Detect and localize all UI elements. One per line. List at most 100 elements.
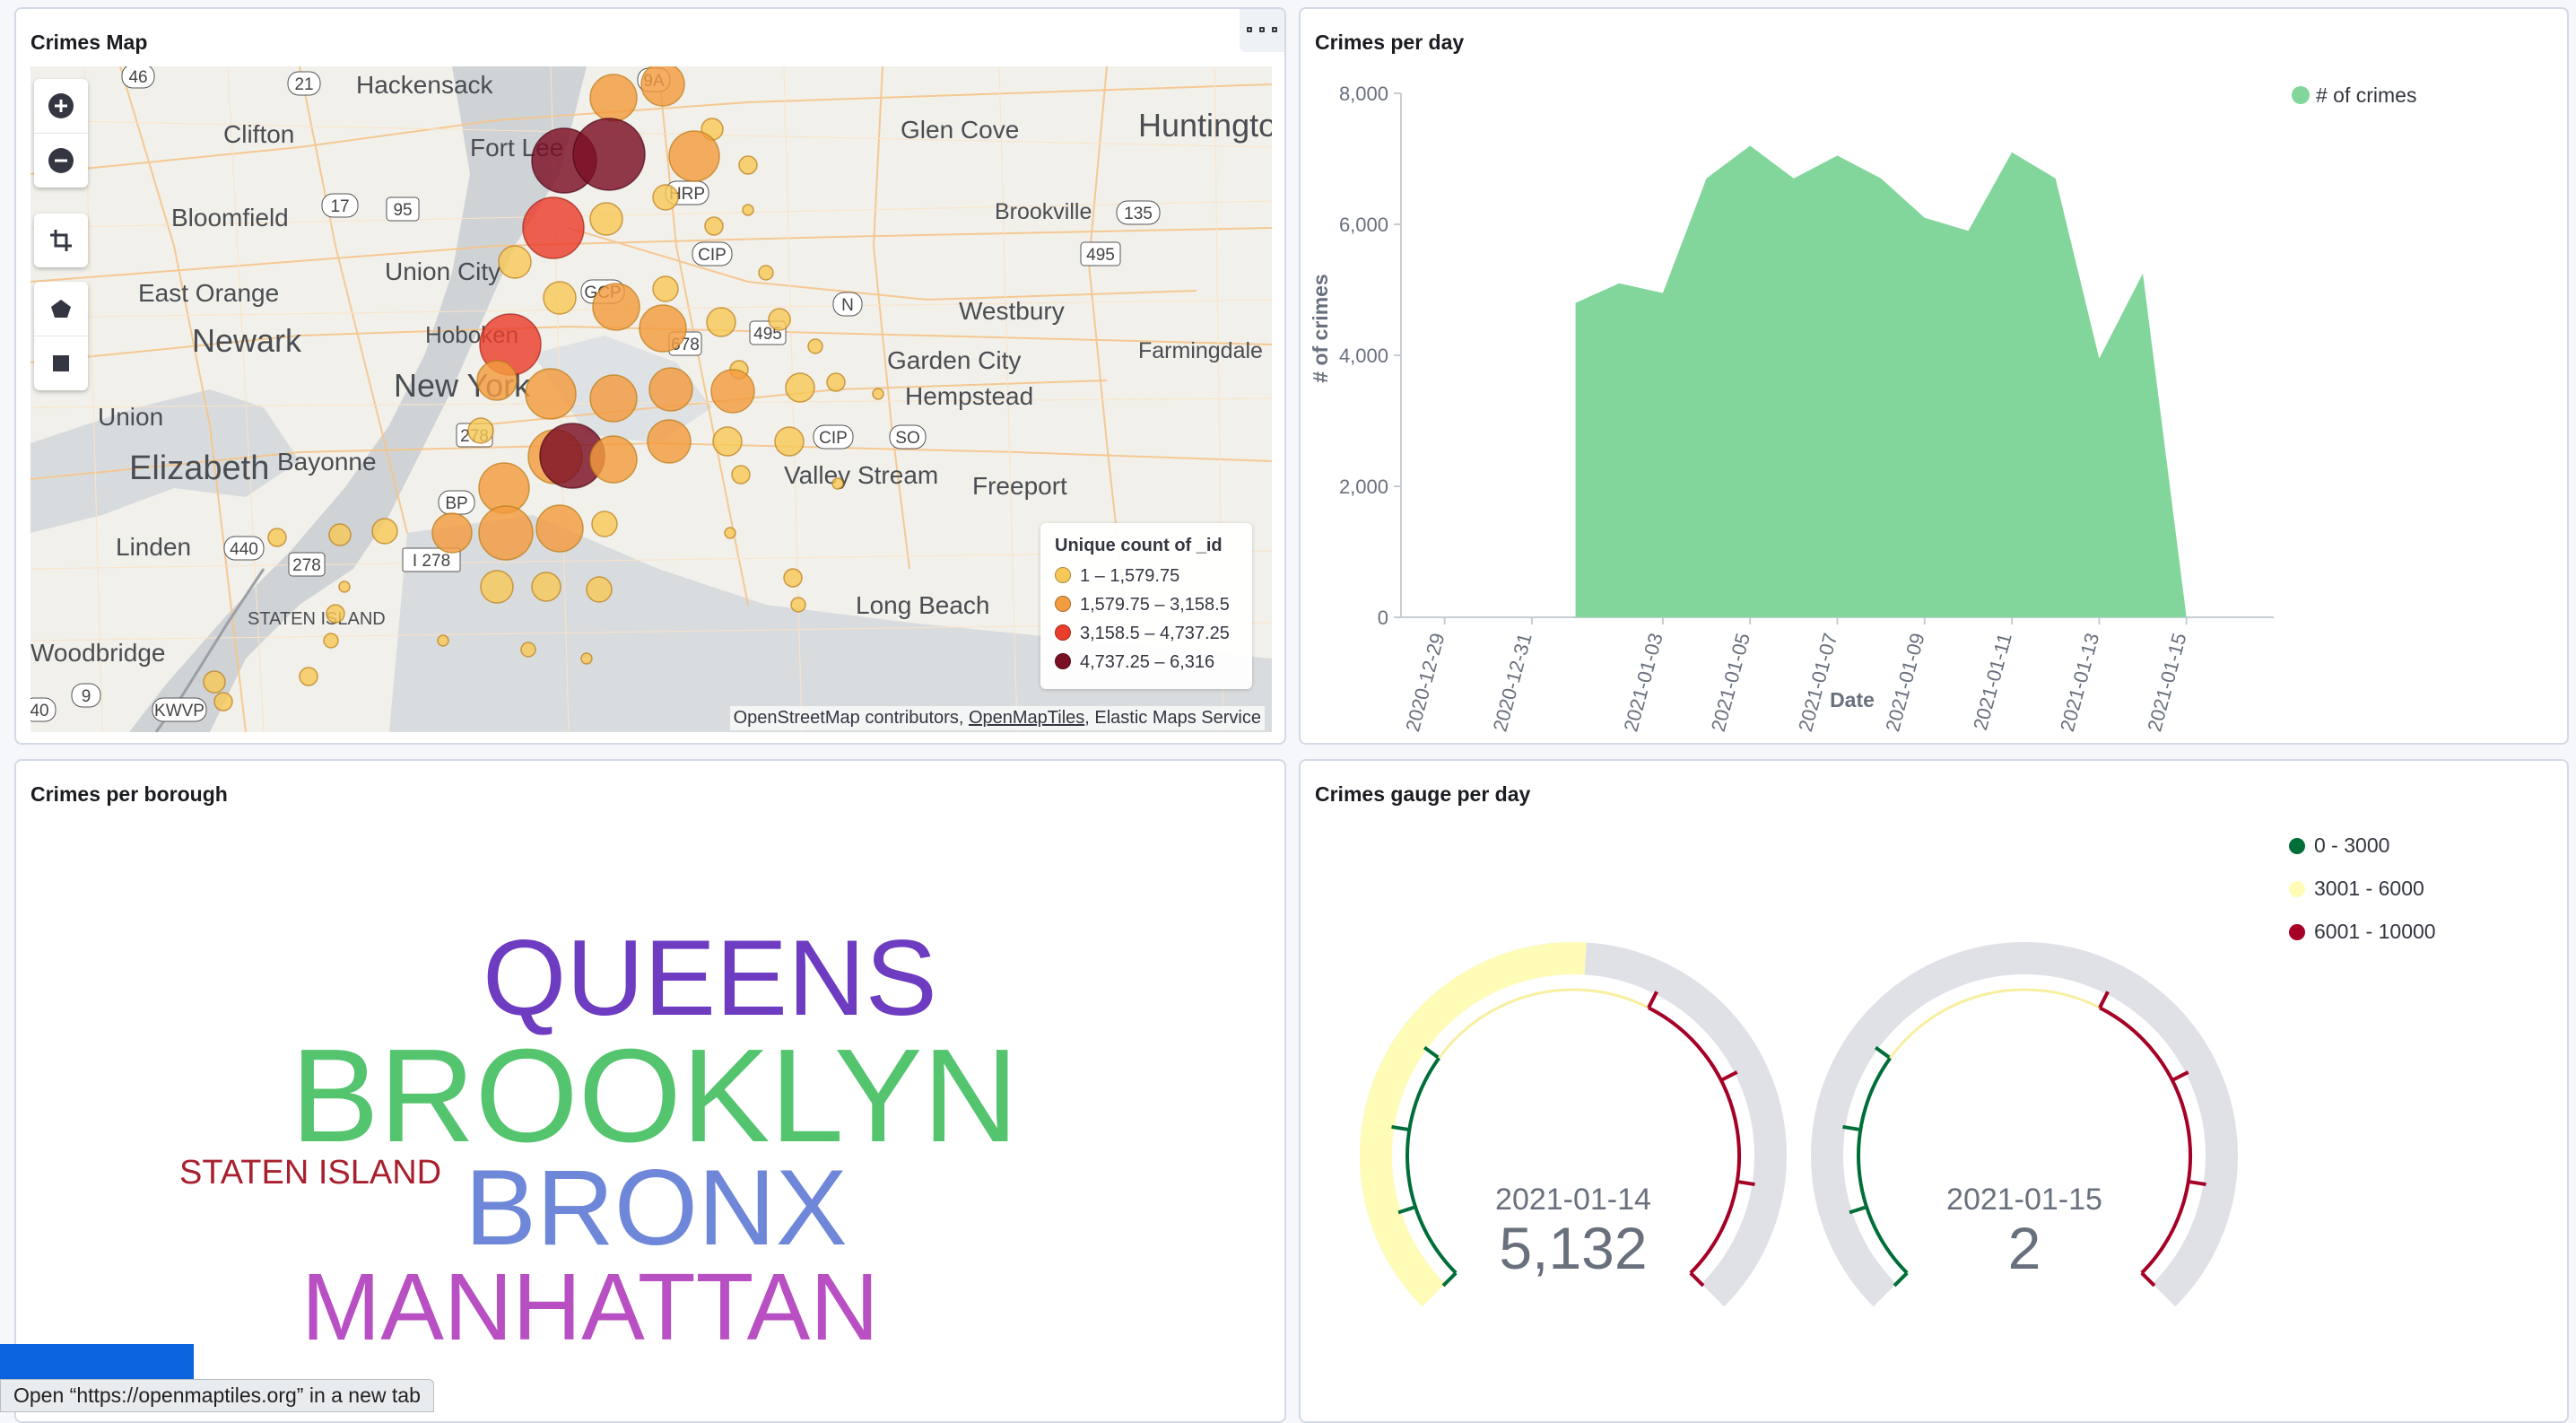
word-queens[interactable]: QUEENS [483, 924, 937, 1032]
crime-bubble[interactable] [640, 305, 686, 352]
crime-bubble[interactable] [592, 511, 617, 537]
crime-bubble[interactable] [468, 418, 493, 443]
road-shield: SO [895, 429, 919, 448]
crime-bubble[interactable] [523, 197, 584, 258]
crime-bubble[interactable] [732, 466, 750, 484]
attribution-text: , Elastic Maps Service [1084, 708, 1261, 728]
legend-swatch [1055, 596, 1071, 612]
crime-bubble[interactable] [705, 217, 723, 235]
crime-bubble[interactable] [329, 524, 351, 546]
place-label: Farmingdale [1138, 338, 1263, 363]
crime-bubble[interactable] [641, 66, 684, 106]
crime-bubble[interactable] [532, 572, 561, 601]
fit-bounds-button[interactable] [34, 214, 88, 267]
crime-bubble[interactable] [707, 308, 735, 336]
crime-bubble[interactable] [573, 118, 645, 190]
draw-polygon-button[interactable] [34, 282, 88, 336]
road-shield: N [841, 296, 854, 315]
crime-bubble[interactable] [649, 368, 692, 411]
crime-bubble[interactable] [648, 420, 691, 463]
crime-bubble[interactable] [775, 427, 804, 456]
gauge-tick [1894, 1273, 1907, 1286]
place-label: Hempstead [905, 382, 1033, 410]
crime-bubble[interactable] [324, 633, 338, 648]
zoom-out-button[interactable] [34, 133, 88, 188]
gauge-value: 2 [2008, 1215, 2041, 1281]
panel-title: Crimes Map [30, 31, 147, 55]
openmaptiles-link[interactable]: OpenMapTiles [969, 708, 1084, 728]
crime-bubble[interactable] [743, 205, 753, 215]
crime-bubble[interactable] [590, 436, 637, 483]
crime-bubble[interactable] [759, 266, 773, 280]
y-tick-label: 2,000 [1339, 476, 1388, 498]
crime-bubble[interactable] [204, 671, 225, 693]
place-label: Brookville [995, 199, 1092, 224]
gauge-2021-01-15[interactable]: 2021-01-15 2 [1827, 958, 2222, 1296]
crime-bubble[interactable] [791, 598, 805, 612]
crime-bubble[interactable] [479, 506, 533, 560]
crime-bubble[interactable] [526, 369, 576, 419]
legend-item: 1,579.75 – 3,158.5 [1055, 590, 1238, 619]
word-staten-island[interactable]: STATEN ISLAND [179, 1156, 441, 1190]
gauge-tick [1443, 1273, 1456, 1286]
crime-bubble[interactable] [769, 309, 790, 330]
legend-item[interactable]: 6001 - 10000 [2289, 910, 2436, 953]
crime-bubble[interactable] [786, 373, 814, 402]
crime-bubble[interactable] [827, 373, 845, 391]
crime-bubble[interactable] [268, 528, 286, 546]
road-shield: 495 [1086, 246, 1115, 265]
crime-bubble[interactable] [590, 203, 622, 235]
chart-legend[interactable]: # of crimes [2292, 83, 2416, 107]
crime-bubble[interactable] [713, 427, 742, 456]
place-label: Glen Cove [901, 116, 1019, 144]
crime-bubble[interactable] [711, 370, 754, 413]
crime-bubble[interactable] [653, 185, 678, 210]
panel-options-button[interactable] [1240, 9, 1284, 52]
crime-bubble[interactable] [499, 246, 531, 278]
crime-bubble[interactable] [590, 74, 637, 121]
crime-bubble[interactable] [784, 569, 802, 587]
crime-bubble[interactable] [339, 581, 350, 592]
road-shield: CIP [698, 246, 727, 265]
crime-bubble[interactable] [581, 653, 592, 664]
crime-bubble[interactable] [481, 571, 513, 603]
map-canvas[interactable]: Hackensack Clifton Fort Lee Glen Cove Hu… [30, 66, 1272, 732]
legend-item[interactable]: 3001 - 6000 [2289, 867, 2436, 910]
draw-bounds-button[interactable] [34, 336, 88, 390]
crime-bubble[interactable] [477, 361, 517, 400]
word-bronx[interactable]: BRONX [465, 1154, 848, 1261]
crime-bubble[interactable] [739, 156, 757, 174]
road-shield: 21 [294, 75, 313, 94]
gauges: 2021-01-14 5,132 2021-01-15 2 [1301, 869, 2287, 1371]
gauge-value: 5,132 [1499, 1215, 1647, 1281]
crime-bubble[interactable] [326, 605, 344, 623]
crime-bubble[interactable] [438, 635, 448, 646]
crime-bubble[interactable] [544, 282, 576, 314]
gauge-2021-01-14[interactable]: 2021-01-14 5,132 [1376, 958, 1771, 1296]
word-manhattan[interactable]: MANHATTAN [301, 1260, 879, 1355]
crime-bubble[interactable] [669, 131, 719, 181]
crime-bubble[interactable] [725, 528, 735, 538]
crime-bubble[interactable] [873, 388, 883, 399]
y-axis-label: # of crimes [1309, 274, 1332, 382]
crime-bubble[interactable] [214, 693, 232, 711]
crime-bubble[interactable] [521, 642, 535, 657]
crime-bubble[interactable] [590, 375, 637, 422]
zoom-in-button[interactable] [34, 79, 88, 133]
crime-bubble[interactable] [372, 519, 397, 544]
area-series[interactable] [1576, 145, 2187, 617]
crime-bubble[interactable] [432, 513, 472, 553]
crime-bubble[interactable] [536, 505, 583, 552]
crime-bubble[interactable] [653, 276, 678, 301]
place-label: Union [98, 403, 163, 431]
legend-item[interactable]: 0 - 3000 [2289, 824, 2436, 867]
brand-bar [0, 1344, 194, 1380]
attribution-text: OpenStreetMap contributors, [734, 708, 969, 728]
crime-bubble[interactable] [587, 577, 612, 602]
crime-bubble[interactable] [832, 478, 843, 489]
crime-bubble[interactable] [593, 284, 640, 330]
crime-bubble[interactable] [300, 668, 318, 685]
word-brooklyn[interactable]: BROOKLYN [291, 1030, 1018, 1163]
crime-bubble[interactable] [808, 339, 822, 354]
gauge-tick [1875, 1048, 1890, 1059]
